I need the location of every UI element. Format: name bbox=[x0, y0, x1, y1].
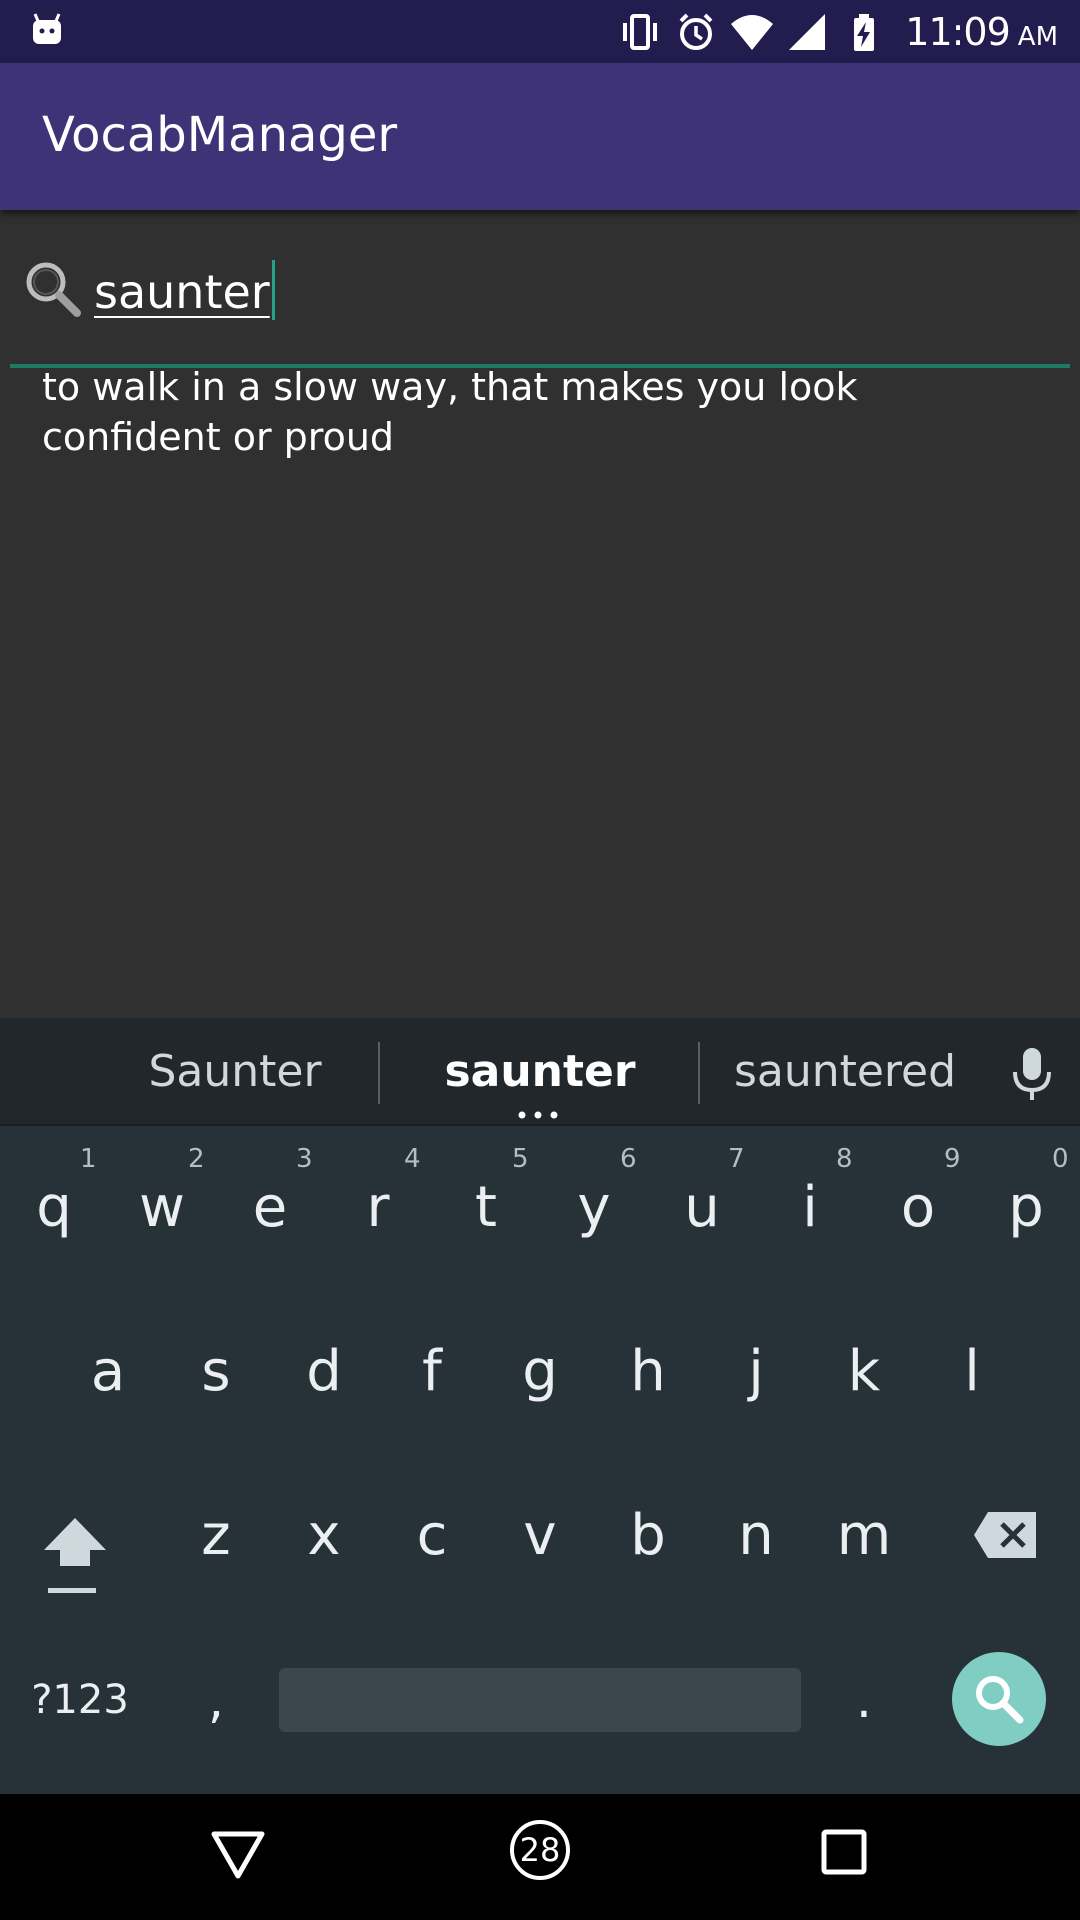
text-cursor bbox=[271, 260, 275, 320]
main-content: saunter to walk in a slow way, that make… bbox=[0, 210, 1080, 1018]
search-icon bbox=[26, 262, 81, 317]
key-x[interactable]: x bbox=[270, 1476, 378, 1596]
key-hint-3: 3 bbox=[296, 1144, 313, 1174]
key-z[interactable]: z bbox=[162, 1476, 270, 1596]
signal-icon bbox=[789, 13, 826, 50]
key-hint-0: 0 bbox=[1052, 1144, 1069, 1174]
suggestion-divider bbox=[698, 1042, 700, 1104]
vibrate-icon bbox=[623, 13, 658, 50]
status-time: 11:09 bbox=[905, 9, 1011, 54]
status-bar: 11:09 AM bbox=[0, 0, 1080, 63]
key-m[interactable]: m bbox=[810, 1476, 918, 1596]
key-hint-2: 2 bbox=[188, 1144, 205, 1174]
key-b[interactable]: b bbox=[594, 1476, 702, 1596]
recents-icon[interactable] bbox=[820, 1828, 868, 1876]
space-key[interactable] bbox=[279, 1668, 801, 1732]
suggestion-1[interactable]: Saunter bbox=[105, 1046, 365, 1097]
suggestion-3[interactable]: sauntered bbox=[720, 1046, 970, 1097]
android-icon bbox=[33, 13, 61, 44]
definition-text: to walk in a slow way, that makes you lo… bbox=[42, 365, 858, 459]
search-field[interactable]: saunter bbox=[10, 248, 1070, 368]
search-action-key[interactable] bbox=[952, 1652, 1046, 1746]
key-n[interactable]: n bbox=[702, 1476, 810, 1596]
key-a[interactable]: a bbox=[54, 1312, 162, 1432]
search-icon bbox=[976, 1676, 1024, 1724]
key-s[interactable]: s bbox=[162, 1312, 270, 1432]
symbols-key[interactable]: ?123 bbox=[20, 1670, 140, 1730]
app-title: VocabManager bbox=[42, 107, 398, 163]
comma-key[interactable]: , bbox=[162, 1650, 270, 1750]
suggestion-divider bbox=[378, 1042, 380, 1104]
key-d[interactable]: d bbox=[270, 1312, 378, 1432]
suggestion-bar: Saunter saunter sauntered bbox=[0, 1018, 1080, 1126]
key-l[interactable]: l bbox=[918, 1312, 1026, 1432]
key-hint-4: 4 bbox=[404, 1144, 421, 1174]
key-c[interactable]: c bbox=[378, 1476, 486, 1596]
key-hint-7: 7 bbox=[728, 1144, 745, 1174]
status-ampm: AM bbox=[1017, 21, 1058, 52]
key-hint-9: 9 bbox=[944, 1144, 961, 1174]
key-hint-6: 6 bbox=[620, 1144, 637, 1174]
status-icons: 11:09 AM bbox=[607, 0, 1058, 63]
key-h[interactable]: h bbox=[594, 1312, 702, 1432]
more-suggestions-icon bbox=[518, 1111, 558, 1119]
battery-charging-icon bbox=[854, 13, 875, 51]
back-icon[interactable] bbox=[210, 1830, 266, 1880]
navigation-bar: 28 bbox=[0, 1794, 1080, 1920]
wifi-icon bbox=[731, 14, 774, 50]
suggestion-2[interactable]: saunter bbox=[400, 1046, 680, 1097]
key-v[interactable]: v bbox=[486, 1476, 594, 1596]
backspace-icon[interactable] bbox=[972, 1510, 1038, 1560]
microphone-icon[interactable] bbox=[1008, 1046, 1056, 1102]
soft-keyboard: Saunter saunter sauntered q 1 w 2 e 3 r … bbox=[0, 1018, 1080, 1794]
search-input[interactable]: saunter bbox=[94, 260, 275, 320]
home-badge-number: 28 bbox=[519, 1831, 561, 1869]
screen: { "status_bar": { "time": "11:09", "ampm… bbox=[0, 0, 1080, 1920]
key-g[interactable]: g bbox=[486, 1312, 594, 1432]
app-bar: VocabManager bbox=[0, 63, 1080, 210]
alarm-icon bbox=[679, 13, 713, 50]
key-hint-8: 8 bbox=[836, 1144, 853, 1174]
key-f[interactable]: f bbox=[378, 1312, 486, 1432]
search-input-text: saunter bbox=[94, 265, 270, 319]
key-k[interactable]: k bbox=[810, 1312, 918, 1432]
key-j[interactable]: j bbox=[702, 1312, 810, 1432]
home-button[interactable]: 28 bbox=[508, 1818, 572, 1882]
shift-icon[interactable] bbox=[42, 1508, 108, 1604]
period-key[interactable]: . bbox=[810, 1650, 918, 1750]
key-hint-1: 1 bbox=[80, 1144, 97, 1174]
key-hint-5: 5 bbox=[512, 1144, 529, 1174]
